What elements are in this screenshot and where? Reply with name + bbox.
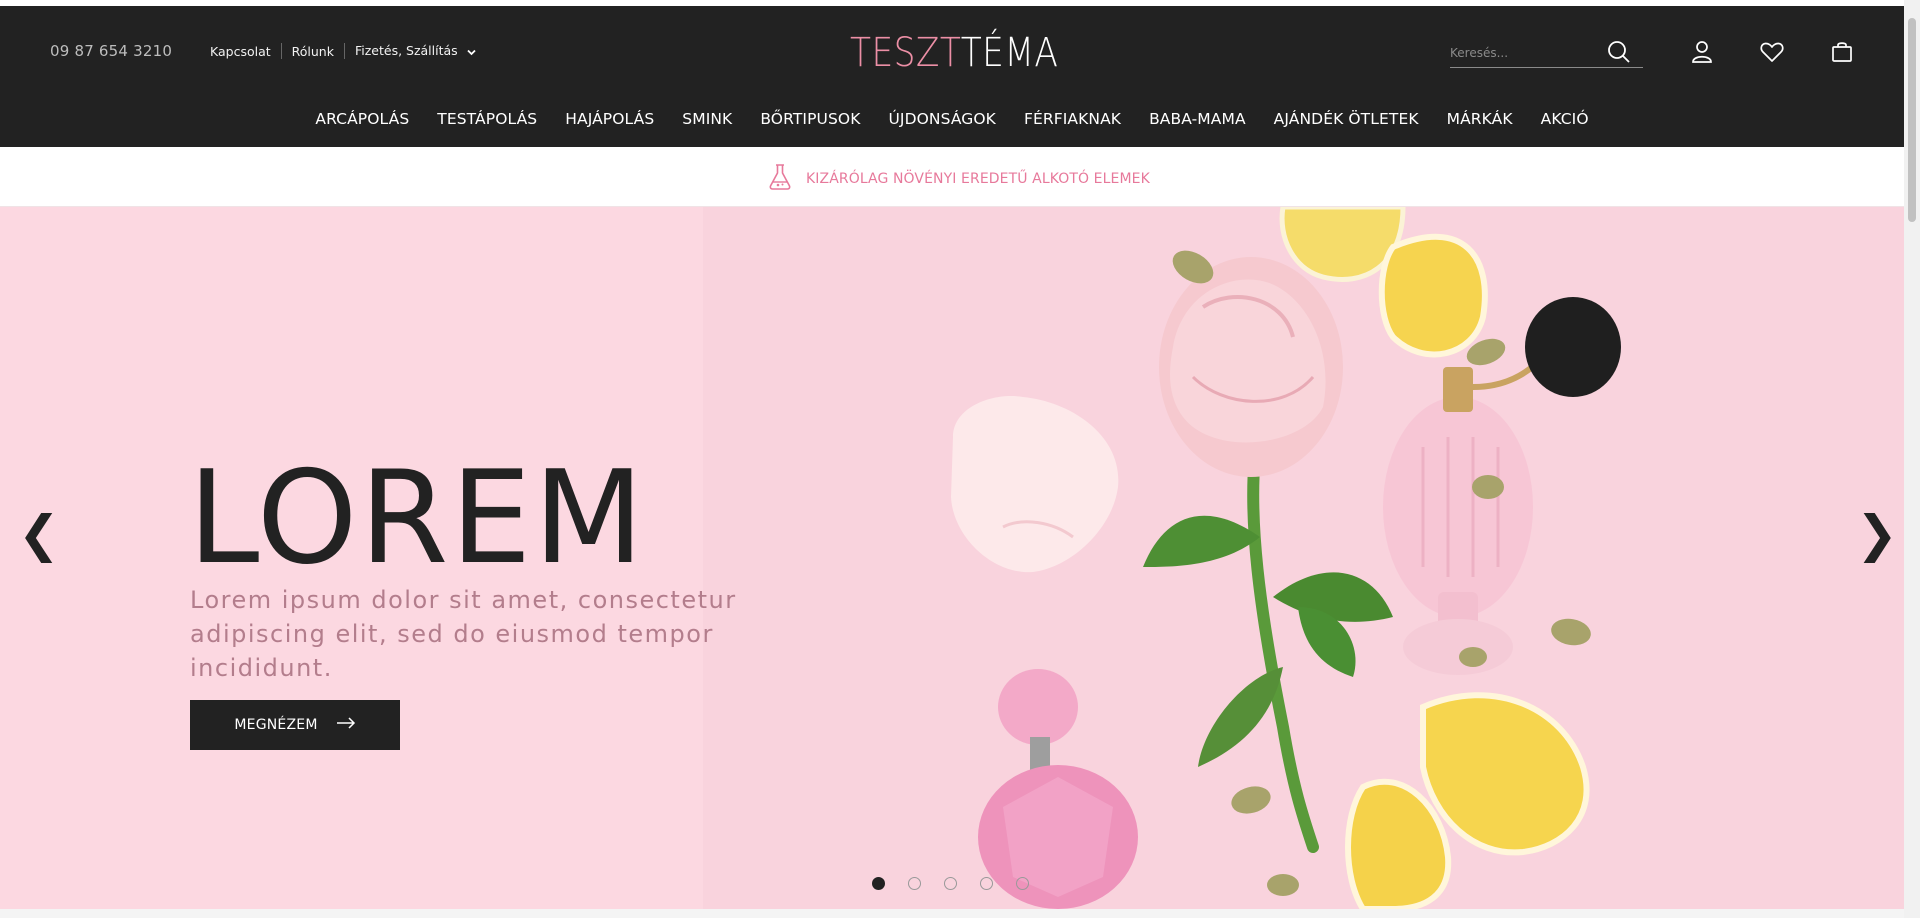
link-divider <box>343 43 345 59</box>
hero-cta-label: MEGNÉZEM <box>234 717 318 733</box>
page-bottom-strip <box>0 909 1904 918</box>
rose-petals <box>951 396 1119 573</box>
link-payment-shipping[interactable]: Fizetés, Szállítás <box>355 43 476 59</box>
hero-subtitle: Lorem ipsum dolor sit amet, consectetur … <box>190 586 737 682</box>
user-icon[interactable] <box>1688 38 1716 66</box>
vertical-scrollbar[interactable] <box>1904 0 1920 918</box>
rose-bloom <box>1159 257 1343 477</box>
scrollbar-thumb[interactable] <box>1908 18 1916 222</box>
link-divider <box>280 43 282 59</box>
hero-cta-button[interactable]: MEGNÉZEM <box>190 700 400 750</box>
rose-stem <box>1143 421 1393 853</box>
search-input[interactable] <box>1450 42 1600 64</box>
hero-title: LOREM <box>188 444 646 593</box>
nav-item-ferfiaknak[interactable]: FÉRFIAKNAK <box>1024 110 1121 128</box>
arrow-right-icon <box>336 717 356 733</box>
hero-slider: LOREM Lorem ipsum dolor sit amet, consec… <box>0 207 1904 909</box>
promo-text: KIZÁRÓLAG NÖVÉNYI EREDETŰ ALKOTÓ ELEMEK <box>806 171 1150 187</box>
link-payment-shipping-label: Fizetés, Szállítás <box>354 43 458 58</box>
link-about[interactable]: Rólunk <box>292 44 334 59</box>
logo-part-1: TESZT <box>850 30 961 76</box>
nav-item-markak[interactable]: MÁRKÁK <box>1447 110 1513 128</box>
nav-item-smink[interactable]: SMINK <box>682 110 732 128</box>
logo-part-2: TÉMA <box>960 30 1059 76</box>
nav-item-baba-mama[interactable]: BABA-MAMA <box>1149 110 1246 128</box>
promo-banner: KIZÁRÓLAG NÖVÉNYI EREDETŰ ALKOTÓ ELEMEK <box>0 147 1904 207</box>
link-contact[interactable]: Kapcsolat <box>210 44 271 59</box>
slider-dot-5[interactable] <box>1016 877 1029 890</box>
perfume-bottle-left <box>978 669 1138 909</box>
nav-item-testapolas[interactable]: TESTÁPOLÁS <box>437 110 537 128</box>
slider-prev-button[interactable]: ❮ <box>18 509 60 559</box>
hero-image <box>703 207 1904 909</box>
slider-next-button[interactable]: ❯ <box>1856 509 1898 559</box>
slider-dot-2[interactable] <box>908 877 921 890</box>
nav-item-ajandek-otletek[interactable]: AJÁNDÉK ÖTLETEK <box>1274 110 1419 128</box>
phone-number[interactable]: 09 87 654 3210 <box>50 42 172 60</box>
page: 09 87 654 3210 Kapcsolat Rólunk Fizetés,… <box>0 0 1920 918</box>
site-logo[interactable]: TESZTTÉMA <box>850 30 1058 76</box>
site-header: 09 87 654 3210 Kapcsolat Rólunk Fizetés,… <box>0 6 1904 147</box>
slider-dot-3[interactable] <box>944 877 957 890</box>
promo-content: KIZÁRÓLAG NÖVÉNYI EREDETŰ ALKOTÓ ELEMEK <box>768 163 1150 195</box>
flask-icon <box>768 163 792 195</box>
heart-icon[interactable] <box>1758 38 1786 66</box>
search-icon[interactable] <box>1607 40 1631 68</box>
nav-item-ujdonsagok[interactable]: ÚJDONSÁGOK <box>888 110 995 128</box>
slider-dots <box>872 877 1029 890</box>
chevron-down-icon <box>467 44 476 59</box>
nav-item-hajapolas[interactable]: HAJÁPOLÁS <box>565 110 654 128</box>
bag-icon[interactable] <box>1828 38 1856 66</box>
nav-item-arcapolas[interactable]: ARCÁPOLÁS <box>315 110 409 128</box>
top-links: Kapcsolat Rólunk Fizetés, Szállítás <box>210 43 476 59</box>
nav-item-bortipusok[interactable]: BŐRTIPUSOK <box>760 110 860 128</box>
main-nav: ARCÁPOLÁS TESTÁPOLÁS HAJÁPOLÁS SMINK BŐR… <box>0 110 1904 128</box>
slider-dot-4[interactable] <box>980 877 993 890</box>
slider-dot-1[interactable] <box>872 877 885 890</box>
search-box <box>1450 38 1643 68</box>
hero-image-illustration <box>951 207 1621 909</box>
nav-item-akcio[interactable]: AKCIÓ <box>1541 110 1589 128</box>
